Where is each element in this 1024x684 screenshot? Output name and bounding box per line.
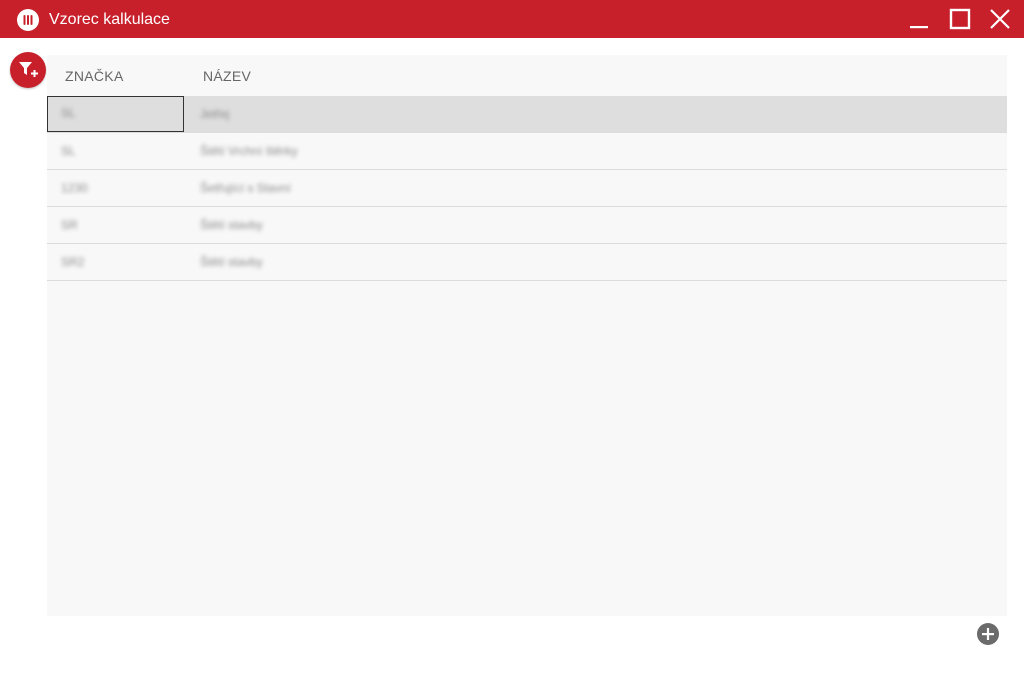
table-row[interactable]: SL Jetřej (47, 96, 1007, 133)
minimize-button[interactable] (905, 5, 933, 33)
cell-name: Jetřej (200, 107, 230, 121)
data-grid: ZNAČKA NÁZEV SL Jetřej SL Štětí Vrchní š… (47, 55, 1007, 616)
focused-cell[interactable]: SL (47, 96, 184, 132)
add-record-button[interactable] (977, 623, 999, 645)
cell-code: SL (61, 106, 76, 120)
maximize-icon (949, 8, 971, 30)
cell-code: SR2 (61, 255, 85, 269)
table-row[interactable]: 1230 Šetřující s Stavní (47, 170, 1007, 207)
close-icon (990, 9, 1010, 29)
window-title: Vzorec kalkulace (49, 11, 170, 28)
filter-add-icon (19, 62, 38, 77)
app-logo-icon (17, 9, 39, 31)
plus-circle-icon (982, 628, 994, 640)
close-button[interactable] (986, 5, 1014, 33)
cell-name: Štětí stavby (200, 218, 263, 232)
grid-rows: SL Jetřej SL Štětí Vrchní štěrky 1230 Še… (47, 96, 1007, 281)
table-row[interactable]: SR2 Štětí stavby (47, 244, 1007, 281)
cell-name: Štětí Vrchní štěrky (200, 144, 298, 158)
column-header-name[interactable]: NÁZEV (203, 67, 251, 85)
table-row[interactable]: SR Štětí stavby (47, 207, 1007, 244)
minimize-icon (910, 26, 928, 29)
cell-name: Štětí stavby (200, 255, 263, 269)
table-row[interactable]: SL Štětí Vrchní štěrky (47, 133, 1007, 170)
cell-code: SR (61, 218, 78, 232)
add-filter-button[interactable] (10, 52, 46, 88)
title-bar[interactable]: Vzorec kalkulace (0, 0, 1024, 38)
column-header-code[interactable]: ZNAČKA (65, 67, 124, 85)
cell-code: 1230 (61, 181, 88, 195)
app-window: Vzorec kalkulace ZNAČKA NÁZEV SL Jetřej … (0, 0, 1024, 684)
grid-header: ZNAČKA NÁZEV (47, 55, 1007, 96)
cell-name: Šetřující s Stavní (200, 181, 291, 195)
cell-code: SL (61, 144, 76, 158)
maximize-button[interactable] (946, 5, 974, 33)
